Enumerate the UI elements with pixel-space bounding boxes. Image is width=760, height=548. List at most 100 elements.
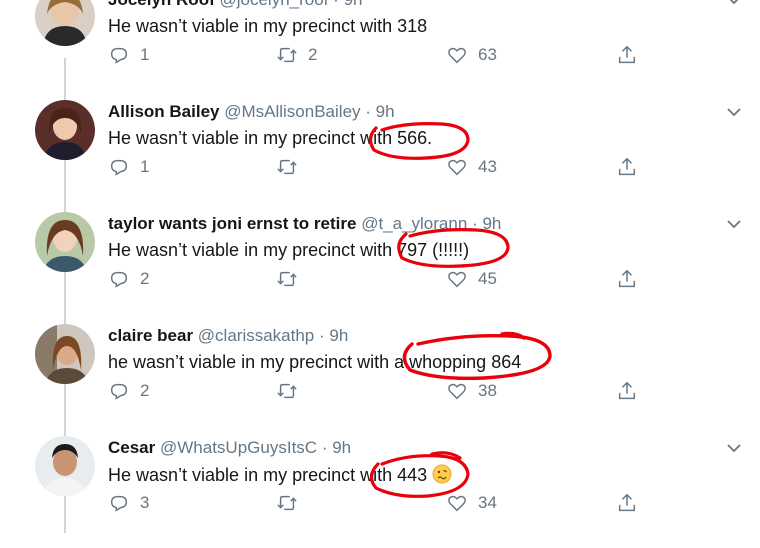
- tweet-header: claire bear @clarissakathp · 9h: [108, 326, 348, 346]
- chevron-down-icon[interactable]: [726, 440, 742, 456]
- share-button[interactable]: [616, 492, 648, 514]
- share-button[interactable]: [616, 380, 648, 402]
- retweet-icon: [277, 383, 297, 399]
- retweet-icon: [277, 159, 297, 175]
- tweet-actions: 2 45: [108, 268, 668, 292]
- tweet-header: taylor wants joni ernst to retire @t_a_y…: [108, 214, 501, 234]
- tweet-4[interactable]: Cesar @WhatsUpGuysItsC · 9h He wasn’t vi…: [0, 436, 760, 548]
- heart-icon: [448, 495, 466, 512]
- display-name[interactable]: Allison Bailey: [108, 102, 219, 121]
- display-name[interactable]: Jocelyn Roof: [108, 0, 215, 9]
- tweet-actions: 2 38: [108, 380, 668, 404]
- avatar[interactable]: [35, 436, 95, 496]
- chevron-down-icon[interactable]: [726, 216, 742, 232]
- tweet-text: He wasn’t viable in my precinct with 566…: [108, 128, 433, 148]
- woozy-face-emoji: [432, 464, 452, 484]
- like-button[interactable]: 43: [446, 156, 497, 178]
- reply-button[interactable]: 3: [108, 492, 149, 514]
- avatar[interactable]: [35, 100, 95, 160]
- like-button[interactable]: 34: [446, 492, 497, 514]
- like-count: 38: [478, 381, 497, 400]
- display-name[interactable]: claire bear: [108, 326, 193, 345]
- reply-count: 2: [140, 381, 150, 400]
- reply-icon: [110, 47, 128, 64]
- tweet-2[interactable]: taylor wants joni ernst to retire @t_a_y…: [0, 212, 760, 324]
- handle[interactable]: @WhatsUpGuysItsC: [160, 438, 317, 457]
- share-icon: [618, 45, 636, 64]
- heart-icon: [448, 383, 466, 400]
- timestamp[interactable]: 9h: [344, 0, 363, 9]
- handle[interactable]: @clarissakathp: [198, 326, 314, 345]
- like-count: 43: [478, 157, 497, 176]
- reply-button[interactable]: 1: [108, 156, 149, 178]
- retweet-button[interactable]: [276, 156, 308, 178]
- separator: ·: [365, 102, 371, 121]
- like-button[interactable]: 38: [446, 380, 497, 402]
- tweet-header: Cesar @WhatsUpGuysItsC · 9h: [108, 438, 351, 458]
- reply-icon: [110, 495, 128, 512]
- retweet-button[interactable]: 2: [276, 44, 317, 66]
- like-count: 63: [478, 45, 497, 64]
- tweet-actions: 1 43: [108, 156, 668, 180]
- reply-button[interactable]: 2: [108, 380, 149, 402]
- reply-icon: [110, 271, 128, 288]
- retweet-icon: [277, 271, 297, 287]
- like-button[interactable]: 45: [446, 268, 497, 290]
- tweet-header: Allison Bailey @MsAllisonBailey · 9h: [108, 102, 395, 122]
- tweet-1[interactable]: Allison Bailey @MsAllisonBailey · 9h He …: [0, 100, 760, 212]
- avatar[interactable]: [35, 212, 95, 272]
- reply-count: 1: [140, 157, 150, 176]
- tweet-text: He wasn’t viable in my precinct with 797…: [108, 240, 470, 260]
- tweet-header: Jocelyn Roof @jocelyn_roof · 9h: [108, 0, 362, 10]
- tweet-actions: 1 2 63: [108, 44, 668, 68]
- like-button[interactable]: 63: [446, 44, 497, 66]
- share-button[interactable]: [616, 268, 648, 290]
- share-icon: [618, 269, 636, 288]
- tweet-text: He wasn’t viable in my precinct with 318: [108, 16, 428, 36]
- avatar[interactable]: [35, 0, 95, 46]
- timestamp[interactable]: 9h: [482, 214, 501, 233]
- timestamp[interactable]: 9h: [332, 438, 351, 457]
- retweet-button[interactable]: [276, 380, 308, 402]
- reply-button[interactable]: 1: [108, 44, 149, 66]
- separator: ·: [472, 214, 478, 233]
- display-name[interactable]: Cesar: [108, 438, 155, 457]
- share-button[interactable]: [616, 156, 648, 178]
- reply-count: 1: [140, 45, 150, 64]
- reply-icon: [110, 383, 128, 400]
- separator: ·: [321, 438, 328, 457]
- display-name[interactable]: taylor wants joni ernst to retire: [108, 214, 356, 233]
- share-button[interactable]: [616, 44, 648, 66]
- reply-button[interactable]: 2: [108, 268, 149, 290]
- retweet-icon: [277, 495, 297, 511]
- handle[interactable]: @MsAllisonBailey: [224, 102, 360, 121]
- separator: ·: [333, 0, 339, 9]
- share-icon: [618, 381, 636, 400]
- retweet-button[interactable]: [276, 268, 308, 290]
- tweet-text: He wasn’t viable in my precinct with 443: [108, 464, 452, 486]
- like-count: 34: [478, 493, 497, 512]
- reply-count: 2: [140, 269, 150, 288]
- share-icon: [618, 157, 636, 176]
- timestamp[interactable]: 9h: [329, 326, 348, 345]
- tweet-0[interactable]: Jocelyn Roof @jocelyn_roof · 9h He wasn’…: [0, 0, 760, 100]
- retweet-icon: [277, 47, 297, 63]
- heart-icon: [448, 271, 466, 288]
- tweet-text-content: He wasn’t viable in my precinct with 443: [108, 465, 428, 485]
- like-count: 45: [478, 269, 497, 288]
- chevron-down-icon[interactable]: [726, 104, 742, 120]
- retweet-button[interactable]: [276, 492, 308, 514]
- reply-count: 3: [140, 493, 150, 512]
- heart-icon: [448, 159, 466, 176]
- retweet-count: 2: [308, 45, 318, 64]
- avatar[interactable]: [35, 324, 95, 384]
- handle[interactable]: @jocelyn_roof: [219, 0, 328, 9]
- timestamp[interactable]: 9h: [376, 102, 395, 121]
- handle[interactable]: @t_a_ylorann: [361, 214, 467, 233]
- tweet-actions: 3 34: [108, 492, 668, 516]
- chevron-down-icon[interactable]: [726, 0, 742, 8]
- tweet-3[interactable]: claire bear @clarissakathp · 9h he wasn’…: [0, 324, 760, 436]
- share-icon: [618, 493, 636, 512]
- separator: ·: [319, 326, 325, 345]
- tweet-text: he wasn’t viable in my precinct with a w…: [108, 352, 522, 372]
